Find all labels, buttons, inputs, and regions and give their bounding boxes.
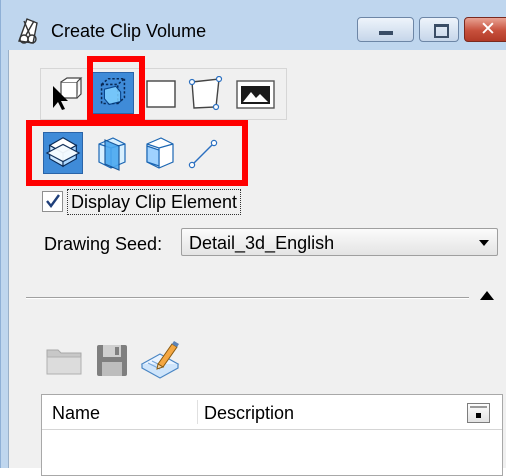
maximize-button[interactable]: [419, 17, 459, 42]
drawing-seed-dropdown[interactable]: Detail_3d_English: [181, 228, 498, 256]
column-separator[interactable]: [197, 400, 198, 424]
close-button[interactable]: ✕: [464, 17, 506, 42]
column-chooser-icon: [476, 413, 481, 418]
list-header: Name Description: [42, 395, 502, 430]
arrow-cube-icon: [53, 77, 83, 110]
clip-by-named-view-tool[interactable]: [235, 78, 277, 110]
clip-by-rectangle-tool[interactable]: [143, 76, 179, 112]
floppy-disk-icon: [97, 345, 127, 376]
drawing-seed-label: Drawing Seed:: [44, 234, 163, 254]
clip-section-tool[interactable]: [139, 132, 179, 174]
section-divider: [26, 297, 469, 299]
named-view-image-icon: [236, 80, 275, 109]
folder-icon: [46, 349, 82, 375]
chevron-down-icon: [479, 240, 489, 246]
shape-points-icon: [188, 76, 223, 111]
clip-volume-app-icon: [15, 15, 41, 45]
select-element-tool[interactable]: [47, 76, 83, 112]
clip-elevation-tool[interactable]: [91, 132, 131, 174]
checkmark-icon: [46, 194, 60, 208]
elevation-volume-icon: [98, 137, 126, 171]
clip-method-toolbar: [40, 68, 287, 120]
clip-by-line-tool[interactable]: [185, 136, 221, 172]
dialog-body: Display Clip Element Drawing Seed: Detai…: [8, 50, 506, 476]
dotted-cube-icon: [100, 77, 127, 106]
window: Create Clip Volume ✕ Display Clip Elemen…: [0, 0, 506, 476]
column-chooser-bar: [470, 406, 487, 408]
line-icon: [188, 139, 218, 169]
minimize-button[interactable]: [357, 17, 414, 42]
column-header-description[interactable]: Description: [204, 402, 294, 424]
plan-volume-icon: [45, 137, 81, 168]
file-toolbar: [42, 335, 182, 385]
notepad-pencil-icon: [140, 341, 180, 379]
clip-plan-tool[interactable]: [43, 132, 83, 174]
collapse-triangle-icon[interactable]: [480, 291, 494, 300]
clip-by-shape-tool[interactable]: [187, 76, 223, 112]
section-volume-icon: [146, 137, 174, 169]
window-title: Create Clip Volume: [51, 21, 207, 41]
clip-list[interactable]: Name Description: [41, 394, 503, 476]
column-header-name[interactable]: Name: [52, 402, 100, 424]
column-chooser-button[interactable]: [467, 403, 490, 423]
maximize-icon: [434, 24, 449, 38]
edit-notes-button[interactable]: [138, 338, 182, 382]
open-folder-button[interactable]: [44, 340, 84, 380]
drawing-seed-value: Detail_3d_English: [189, 233, 335, 253]
title-bar[interactable]: Create Clip Volume ✕: [1, 0, 506, 50]
clip-by-volume-tool[interactable]: [92, 72, 134, 114]
close-icon: ✕: [480, 19, 496, 40]
rectangle-icon: [146, 80, 176, 108]
display-clip-element-checkbox[interactable]: [42, 191, 63, 212]
minimize-icon: [379, 31, 393, 35]
save-button[interactable]: [92, 340, 132, 380]
display-clip-element-label[interactable]: Display Clip Element: [67, 189, 242, 215]
